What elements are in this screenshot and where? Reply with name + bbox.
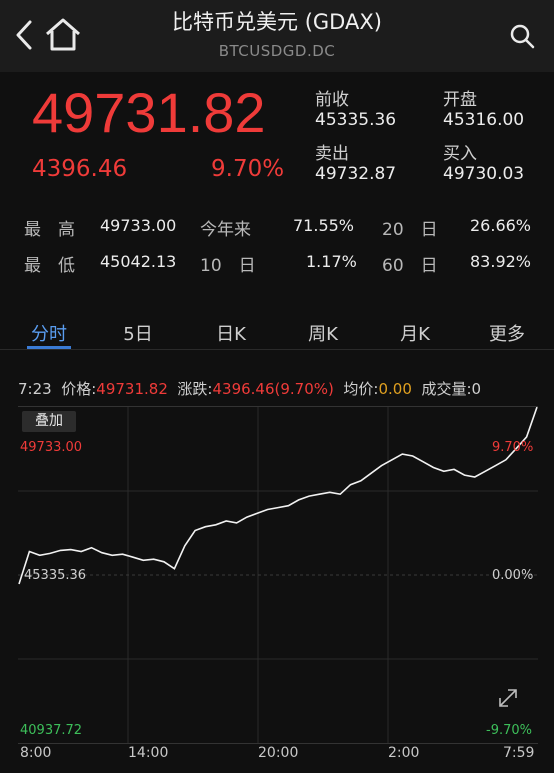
d20-label: 20 日 xyxy=(382,220,438,240)
symbol-code: BTCUSDGD.DC xyxy=(218,42,336,60)
time-label-4: 2:00 xyxy=(388,745,420,761)
open-value: 45316.00 xyxy=(443,110,525,130)
tab-daily-k[interactable]: 日K xyxy=(201,320,261,346)
tab-intraday[interactable]: 分时 xyxy=(19,320,79,346)
ask-label: 卖出 xyxy=(315,144,349,164)
search-icon xyxy=(510,24,535,49)
d10-label: 10 日 xyxy=(200,256,256,276)
pct-min-label: -9.70% xyxy=(486,723,532,738)
d60-value: 83.92% xyxy=(470,252,532,271)
overlay-button[interactable]: 叠加 xyxy=(22,411,76,432)
time-label-5: 7:59 xyxy=(503,745,535,761)
price-change-pct: 9.70% xyxy=(211,156,285,182)
y-min-label: 40937.72 xyxy=(20,723,83,738)
time-label-2: 14:00 xyxy=(128,745,169,761)
page-title: 比特币兑美元 (GDAX) xyxy=(172,10,382,34)
search-button[interactable] xyxy=(508,22,536,50)
y-max-label: 49733.00 xyxy=(20,440,83,455)
time-label-3: 20:00 xyxy=(258,745,299,761)
open-label: 开盘 xyxy=(443,90,477,110)
info-avg: 0.00 xyxy=(378,380,412,398)
info-time: 7:23 xyxy=(18,380,52,398)
info-volume-label: 成交量: xyxy=(421,380,472,398)
pct-mid-label: 0.00% xyxy=(492,568,534,583)
info-volume: 0 xyxy=(471,380,482,398)
prev-close-label: 前收 xyxy=(315,90,349,110)
d60-label: 60 日 xyxy=(382,256,438,276)
pct-max-label: 9.70% xyxy=(492,440,534,455)
crosshair-info: 7:23 价格:49731.82 涨跌:4396.46(9.70%) 均价:0.… xyxy=(18,378,481,399)
tab-monthly-k[interactable]: 月K xyxy=(385,320,445,346)
tab-5day[interactable]: 5日 xyxy=(108,320,168,346)
info-avg-label: 均价: xyxy=(343,380,379,398)
high-label: 最 高 xyxy=(24,220,75,240)
info-change-label: 涨跌: xyxy=(177,380,213,398)
prev-close-value: 45335.36 xyxy=(315,110,397,130)
high-value: 49733.00 xyxy=(100,216,177,235)
y-mid-label: 45335.36 xyxy=(24,568,87,583)
bid-value: 49730.03 xyxy=(443,164,525,184)
price-series-line xyxy=(18,407,538,585)
expand-icon xyxy=(499,689,517,707)
price-line-chart xyxy=(18,407,538,743)
price-change: 4396.46 xyxy=(32,156,128,182)
tab-divider xyxy=(0,349,554,350)
time-label-1: 8:00 xyxy=(20,745,52,761)
low-value: 45042.13 xyxy=(100,252,177,271)
d10-value: 1.17% xyxy=(306,252,357,271)
ask-value: 49732.87 xyxy=(315,164,397,184)
expand-chart-button[interactable] xyxy=(494,684,522,712)
info-change: 4396.46(9.70%) xyxy=(212,380,334,398)
bid-label: 买入 xyxy=(443,144,477,164)
ytd-label: 今年来 xyxy=(200,220,251,240)
tab-weekly-k[interactable]: 周K xyxy=(293,320,353,346)
intraday-chart[interactable] xyxy=(18,406,538,744)
info-price: 49731.82 xyxy=(96,380,168,398)
tab-more[interactable]: 更多 xyxy=(477,320,537,346)
last-price: 49731.82 xyxy=(32,81,266,144)
ytd-value: 71.55% xyxy=(293,216,355,235)
d20-value: 26.66% xyxy=(470,216,532,235)
low-label: 最 低 xyxy=(24,256,75,276)
info-price-label: 价格: xyxy=(61,380,97,398)
